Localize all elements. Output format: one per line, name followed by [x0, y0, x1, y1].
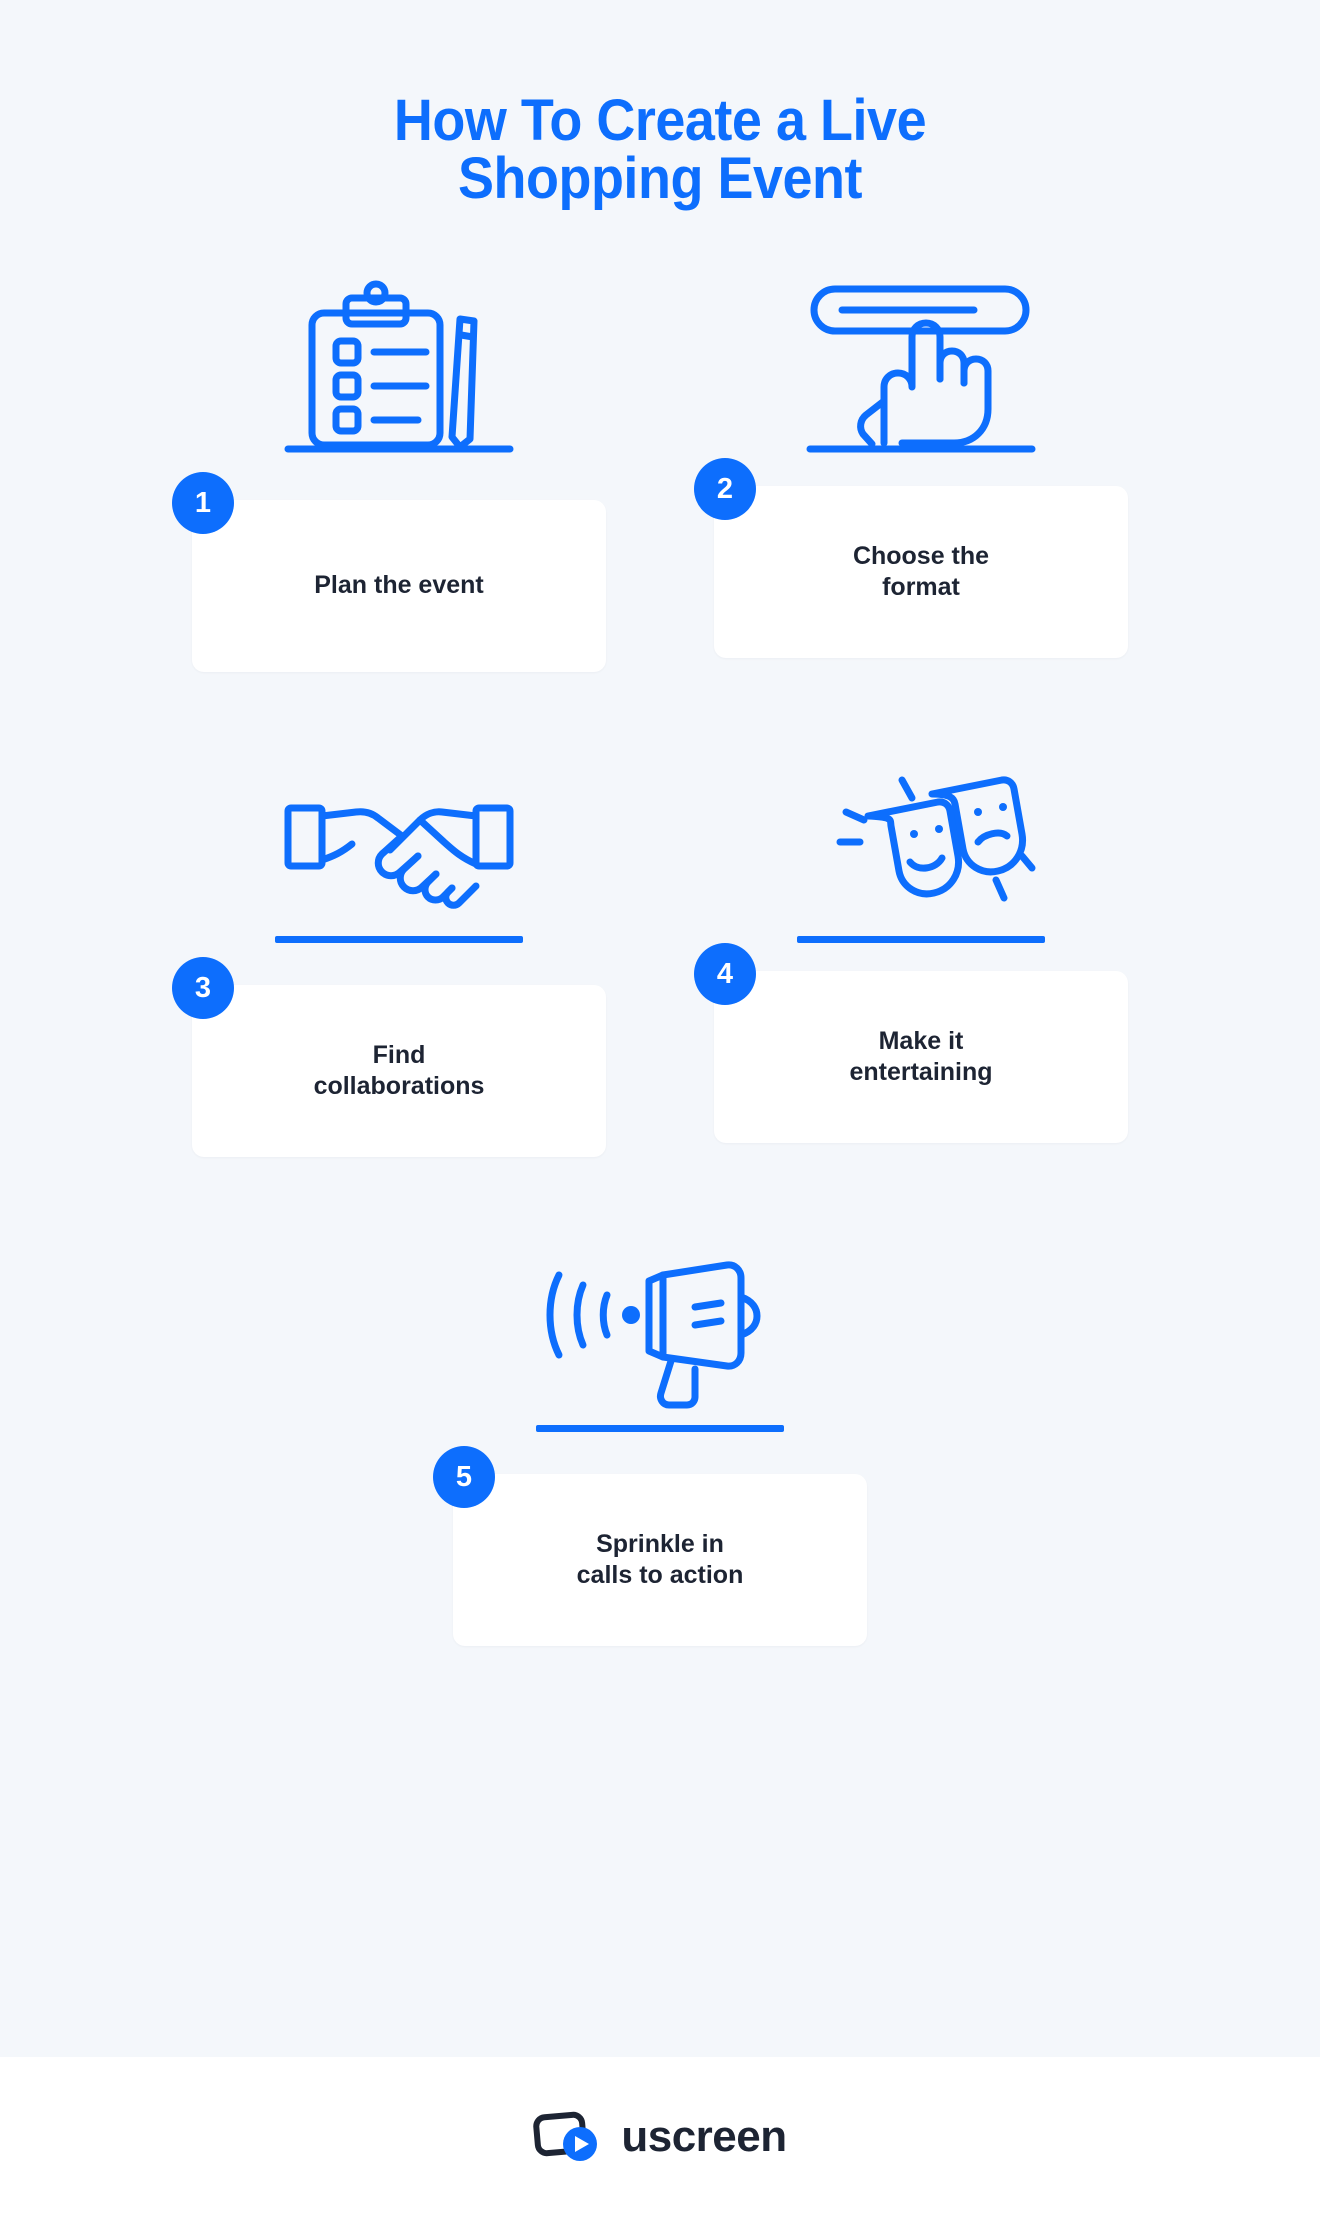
step-5-card[interactable]: Sprinkle in calls to action	[453, 1474, 867, 1646]
title-section: How To Create a Live Shopping Event	[0, 0, 1320, 208]
step-5-badge: 5	[433, 1446, 495, 1508]
infographic-page: How To Create a Live Shopping Event 1 Pl…	[0, 0, 1320, 2217]
step-1-card[interactable]: Plan the event	[192, 500, 606, 672]
uscreen-wordmark: uscreen	[621, 2112, 787, 2161]
steps-row-2: 3 Find collaborations 4 Make it entertai…	[0, 732, 1320, 1157]
step-4-label: Make it entertaining	[849, 1026, 993, 1087]
step-1-card-zone: 1 Plan the event	[164, 472, 634, 672]
step-1-label: Plan the event	[314, 571, 484, 600]
step-2-card-zone: 2 Choose the format	[686, 458, 1156, 658]
step-4-illustration	[686, 732, 1156, 922]
step-3: 3 Find collaborations	[164, 732, 634, 1157]
page-title: How To Create a Live Shopping Event	[335, 92, 986, 208]
uscreen-play-logo-icon	[533, 2109, 603, 2165]
footer: uscreen	[0, 2057, 1320, 2217]
clipboard-checklist-icon	[284, 280, 514, 453]
step-2: 2 Choose the format	[686, 268, 1156, 672]
step-5-baseline-rule	[536, 1425, 784, 1432]
step-4-baseline-rule	[797, 936, 1045, 943]
page-title-line-1: How To Create a Live	[393, 88, 927, 153]
step-2-card[interactable]: Choose the format	[714, 486, 1128, 658]
step-4-badge: 4	[694, 943, 756, 1005]
step-5-card-zone: 5 Sprinkle in calls to action	[425, 1446, 895, 1646]
step-3-label: Find collaborations	[313, 1040, 485, 1101]
step-5-label: Sprinkle in calls to action	[576, 1529, 744, 1590]
handshake-icon	[284, 804, 514, 909]
step-5: 5 Sprinkle in calls to action	[425, 1221, 895, 1646]
step-5-illustration	[425, 1221, 895, 1411]
hand-pointer-select-icon	[806, 285, 1036, 453]
megaphone-icon	[546, 1261, 761, 1409]
steps-section: 1 Plan the event 2 Choose the format 3 F…	[0, 268, 1320, 2057]
step-4-card-zone: 4 Make it entertaining	[686, 943, 1156, 1143]
steps-row-1: 1 Plan the event 2 Choose the format	[0, 268, 1320, 672]
step-3-badge: 3	[172, 957, 234, 1019]
step-4: 4 Make it entertaining	[686, 732, 1156, 1157]
step-3-illustration	[164, 732, 634, 922]
step-1-illustration	[164, 268, 634, 458]
step-2-badge: 2	[694, 458, 756, 520]
step-3-baseline-rule	[275, 936, 523, 943]
step-2-illustration	[686, 268, 1156, 458]
step-3-card[interactable]: Find collaborations	[192, 985, 606, 1157]
theater-masks-icon	[836, 776, 1036, 902]
step-2-label: Choose the format	[852, 541, 990, 602]
page-title-line-2: Shopping Event	[457, 146, 863, 211]
step-4-card[interactable]: Make it entertaining	[714, 971, 1128, 1143]
step-1: 1 Plan the event	[164, 268, 634, 672]
step-1-badge: 1	[172, 472, 234, 534]
steps-row-3: 5 Sprinkle in calls to action	[0, 1221, 1320, 1646]
step-3-card-zone: 3 Find collaborations	[164, 957, 634, 1157]
